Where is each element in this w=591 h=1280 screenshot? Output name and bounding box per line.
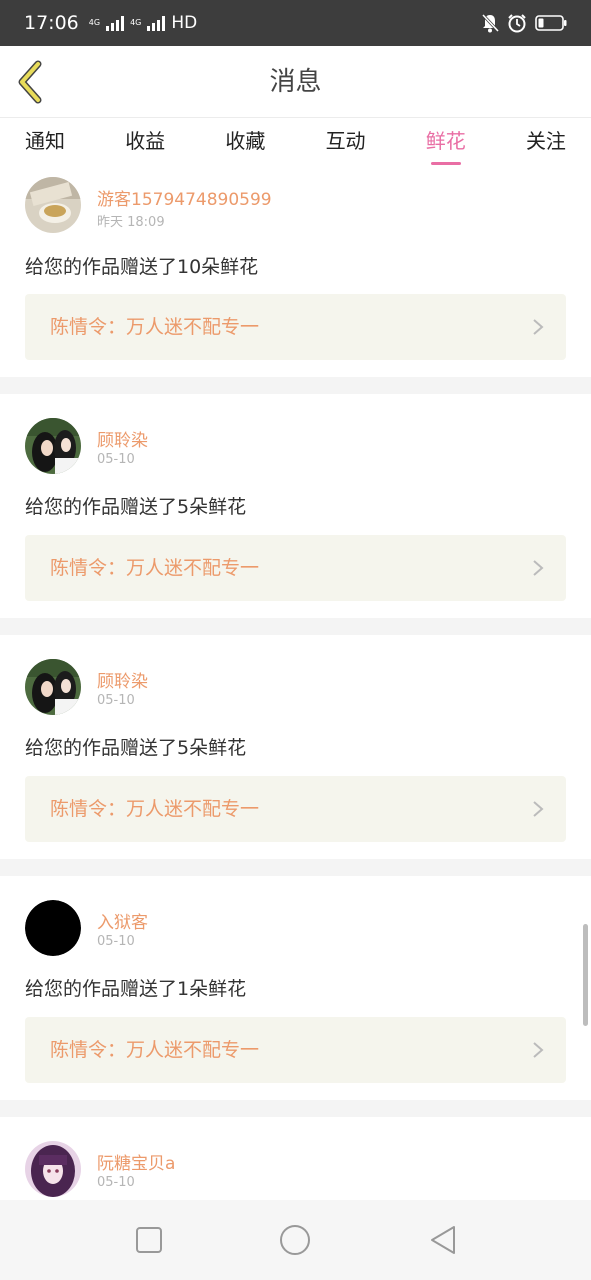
avatar[interactable]	[25, 177, 81, 233]
home-circle-icon[interactable]	[279, 1224, 311, 1256]
flower-message-list[interactable]: 游客1579474890599 昨天 18:09 给您的作品赠送了10朵鲜花 陈…	[0, 170, 591, 1200]
system-nav-bar	[0, 1200, 591, 1280]
timestamp: 05-10	[97, 934, 135, 949]
chevron-right-icon	[533, 560, 544, 576]
message-text: 给您的作品赠送了10朵鲜花	[25, 256, 259, 278]
signal-icon	[147, 15, 166, 31]
message-text: 给您的作品赠送了1朵鲜花	[25, 978, 247, 1000]
page-title: 消息	[269, 67, 322, 97]
scrollbar[interactable]	[583, 924, 588, 1026]
tab-notifications[interactable]: 通知	[24, 118, 66, 170]
tab-flowers[interactable]: 鲜花	[425, 118, 467, 170]
avatar[interactable]	[25, 900, 81, 956]
message-text: 给您的作品赠送了5朵鲜花	[25, 496, 247, 518]
tab-interactions[interactable]: 互动	[325, 118, 367, 170]
avatar[interactable]	[25, 1141, 81, 1197]
signal-icon	[106, 15, 125, 31]
timestamp: 05-10	[97, 452, 135, 467]
status-left: 17:06 4G 4G HD	[24, 12, 197, 34]
status-right	[481, 13, 567, 33]
chevron-right-icon	[533, 319, 544, 335]
back-triangle-icon[interactable]	[428, 1224, 460, 1256]
recents-square-icon[interactable]	[133, 1224, 165, 1256]
username[interactable]: 顾聆染	[97, 426, 148, 451]
hd-label: HD	[171, 13, 198, 33]
work-title: 陈情令：万人迷不配专一	[50, 1039, 260, 1061]
tab-bar: 通知 收益 收藏 互动 鲜花 关注	[0, 118, 591, 170]
work-title: 陈情令：万人迷不配专一	[50, 557, 260, 579]
mute-bell-icon	[481, 13, 499, 33]
work-link[interactable]: 陈情令：万人迷不配专一	[25, 294, 566, 360]
tab-favorites[interactable]: 收藏	[224, 118, 266, 170]
avatar[interactable]	[25, 659, 81, 715]
chevron-right-icon	[533, 801, 544, 817]
status-time: 17:06	[24, 12, 79, 34]
list-item: 入狱客 05-10 给您的作品赠送了1朵鲜花 陈情令：万人迷不配专一	[0, 876, 591, 1100]
timestamp: 05-10	[97, 693, 135, 708]
message-text: 给您的作品赠送了5朵鲜花	[25, 737, 247, 759]
list-item: 阮糖宝贝a 05-10	[0, 1117, 591, 1200]
timestamp: 05-10	[97, 1175, 135, 1190]
tab-following[interactable]: 关注	[525, 118, 567, 170]
avatar[interactable]	[25, 418, 81, 474]
battery-icon	[535, 15, 567, 31]
alarm-icon	[508, 14, 526, 33]
tab-earnings[interactable]: 收益	[124, 118, 166, 170]
username[interactable]: 入狱客	[97, 908, 148, 933]
work-link[interactable]: 陈情令：万人迷不配专一	[25, 535, 566, 601]
chevron-right-icon	[533, 1042, 544, 1058]
app-header: 消息	[0, 46, 591, 118]
username[interactable]: 阮糖宝贝a	[97, 1149, 175, 1174]
network-label: 4G	[130, 18, 142, 27]
timestamp: 昨天 18:09	[97, 215, 165, 230]
work-title: 陈情令：万人迷不配专一	[50, 316, 260, 338]
work-link[interactable]: 陈情令：万人迷不配专一	[25, 1017, 566, 1083]
username[interactable]: 顾聆染	[97, 667, 148, 692]
list-item: 顾聆染 05-10 给您的作品赠送了5朵鲜花 陈情令：万人迷不配专一	[0, 635, 591, 859]
username[interactable]: 游客1579474890599	[97, 185, 272, 210]
work-title: 陈情令：万人迷不配专一	[50, 798, 260, 820]
list-item: 游客1579474890599 昨天 18:09 给您的作品赠送了10朵鲜花 陈…	[0, 170, 591, 377]
list-item: 顾聆染 05-10 给您的作品赠送了5朵鲜花 陈情令：万人迷不配专一	[0, 394, 591, 618]
network-label: 4G	[88, 18, 101, 27]
status-bar: 17:06 4G 4G HD	[0, 0, 591, 46]
work-link[interactable]: 陈情令：万人迷不配专一	[25, 776, 566, 842]
